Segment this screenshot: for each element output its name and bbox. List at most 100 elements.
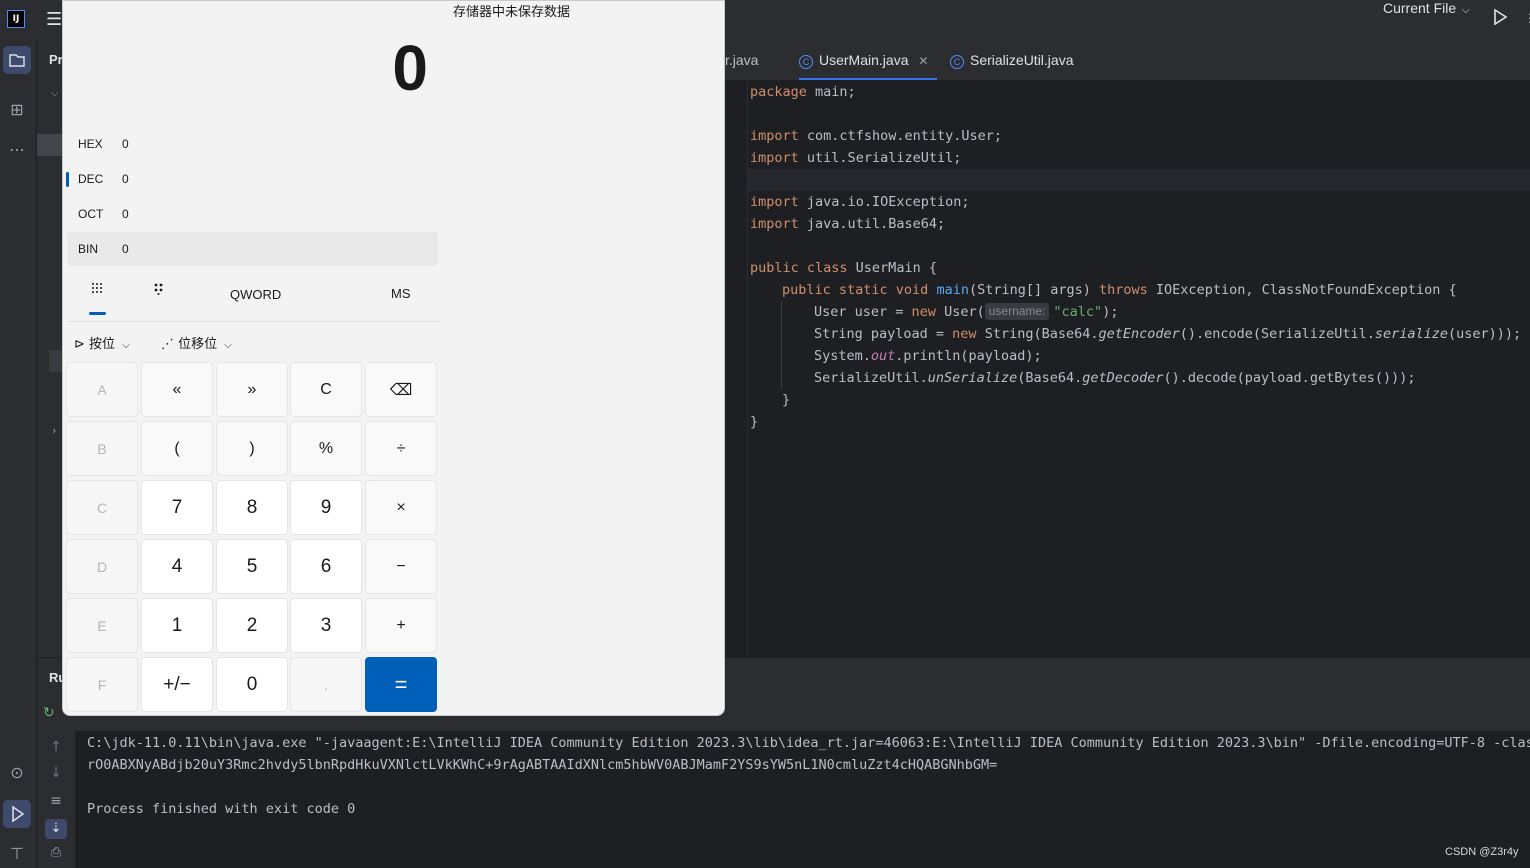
intellij-logo-icon: IJ (7, 10, 25, 28)
tab-label: UserMain.java (819, 52, 909, 68)
run-config-selector[interactable]: Current File ⌵ (1383, 0, 1470, 40)
key-1[interactable]: 1 (141, 598, 213, 653)
chevron-right-icon[interactable]: › (52, 424, 56, 437)
run-console[interactable]: C:\jdk-11.0.11\bin\java.exe "-javaagent:… (75, 731, 1530, 868)
calculator-display: 0 (392, 32, 428, 104)
close-icon[interactable]: ✕ (918, 54, 928, 68)
memory-store-button[interactable]: MS (391, 286, 411, 301)
key-e[interactable]: E (66, 598, 138, 653)
run-tool-icon[interactable] (3, 800, 31, 828)
bitwise-dropdown[interactable]: ⊳ 按位 ⌵ (74, 333, 130, 353)
key-sym14[interactable]: ÷ (365, 421, 437, 476)
class-icon: C (950, 55, 964, 69)
key-sym51[interactable]: +/− (141, 657, 213, 712)
key-sym04[interactable]: ⌫ (365, 362, 437, 417)
key-sym13[interactable]: % (290, 421, 362, 476)
scroll-to-end-icon[interactable]: ⇣ (45, 819, 67, 839)
code-line-payload: String payload = new String(Base64.getEn… (814, 326, 1522, 342)
console-line: Process finished with exit code 0 (87, 801, 356, 817)
code-line-println: System.out.println(payload); (814, 348, 1042, 364)
scroll-up-icon[interactable]: ↑ (42, 739, 70, 755)
key-sym11[interactable]: ( (141, 421, 213, 476)
soft-wrap-icon[interactable]: ≡ (42, 793, 70, 809)
key-sym34[interactable]: − (365, 539, 437, 594)
editor-tabs: r.java C UserMain.java ✕ C SerializeUtil.j… (725, 40, 1530, 81)
tab-label: SerializeUtil.java (970, 52, 1074, 68)
watermark: CSDN @Z3r4y (1445, 846, 1519, 858)
chevron-down-icon: ⌵ (122, 340, 130, 351)
radix-bin[interactable]: BIN 0 (67, 232, 438, 266)
key-9[interactable]: 9 (290, 480, 362, 535)
key-c[interactable]: C (290, 362, 362, 417)
key-6[interactable]: 6 (290, 539, 362, 594)
key-0[interactable]: 0 (216, 657, 288, 712)
print-icon[interactable]: ⎙ (42, 845, 70, 860)
bitwise-label: 按位 (89, 337, 116, 352)
key-c[interactable]: C (66, 480, 138, 535)
more-actions-icon[interactable]: ⋮ (1524, 11, 1530, 25)
services-tool-icon[interactable]: ⊙ (3, 763, 31, 782)
calculator-window: 存储器中未保存数据 0 HEX 0 DEC 0 OCT 0 BIN 0 QWOR… (62, 0, 725, 716)
console-line: rO0ABXNyABdjb20uY3Rmc2hvdy5lbnRpdHkuVXNl… (87, 757, 998, 773)
terminal-tool-icon[interactable]: ⊤ (3, 844, 31, 863)
project-panel-title: Pr (49, 52, 63, 67)
key-8[interactable]: 8 (216, 480, 288, 535)
key-f[interactable]: F (66, 657, 138, 712)
keypad-tab-indicator (89, 312, 106, 315)
chevron-down-icon: ⌵ (1462, 5, 1470, 16)
key-sym02[interactable]: » (216, 362, 288, 417)
memory-status-text: 存储器中未保存数据 (453, 5, 571, 20)
indent-guide (781, 301, 782, 389)
key-4[interactable]: 4 (141, 539, 213, 594)
key-sym53[interactable]: . (290, 657, 362, 712)
bit-toggle-keypad-icon[interactable] (151, 281, 167, 297)
run-icon[interactable] (1492, 8, 1508, 26)
full-keypad-icon[interactable] (89, 281, 105, 297)
code-line-import-user: import com.ctfshow.entity.User; (750, 128, 1002, 144)
project-tool-icon[interactable] (3, 46, 31, 74)
key-2[interactable]: 2 (216, 598, 288, 653)
console-line: C:\jdk-11.0.11\bin\java.exe "-javaagent:… (87, 735, 1530, 751)
key-5[interactable]: 5 (216, 539, 288, 594)
radix-dec[interactable]: DEC 0 (66, 162, 438, 196)
key-3[interactable]: 3 (290, 598, 362, 653)
key-sym24[interactable]: × (365, 480, 437, 535)
word-size-button[interactable]: QWORD (230, 287, 281, 302)
scroll-down-icon[interactable]: ↓ (42, 765, 70, 781)
key-b[interactable]: B (66, 421, 138, 476)
current-line-highlight (748, 169, 1530, 191)
main-menu-icon[interactable]: ☰ (46, 9, 62, 30)
radix-value: 0 (122, 207, 129, 221)
key-a[interactable]: A (66, 362, 138, 417)
key-sym54[interactable]: = (365, 657, 437, 712)
structure-tool-icon[interactable]: ⊞ (3, 100, 31, 119)
key-sym12[interactable]: ) (216, 421, 288, 476)
radix-oct[interactable]: OCT 0 (67, 197, 438, 231)
key-sym01[interactable]: « (141, 362, 213, 417)
rerun-icon[interactable]: ↻ (43, 705, 55, 721)
selected-indicator (66, 172, 69, 187)
key-sym44[interactable]: + (365, 598, 437, 653)
more-tools-icon[interactable]: ⋯ (3, 140, 31, 159)
tab-serializeutil-java[interactable]: C SerializeUtil.java (950, 40, 1073, 80)
radix-label: OCT (78, 207, 104, 221)
bitshift-dropdown[interactable]: ⋰ 位移位 ⌵ (161, 333, 232, 353)
code-line-close-method: } (782, 392, 791, 408)
chevron-down-icon[interactable]: ⌵ (51, 88, 59, 99)
radix-hex[interactable]: HEX 0 (67, 127, 438, 161)
calculator-keypad: A «» C ⌫ B()% ÷ C 7 8 9 × D 4 5 6− E 1 2 3 + F +/− 0. = (66, 362, 444, 716)
project-panel: Pr ⌵ › (37, 40, 65, 657)
radix-label: DEC (78, 172, 104, 186)
tab-r-java[interactable]: r.java (725, 40, 758, 80)
code-line-class-decl: public class UserMain { (750, 260, 937, 276)
tab-label: r.java (725, 52, 759, 68)
chevron-down-icon: ⌵ (224, 340, 232, 351)
radix-label: HEX (78, 137, 103, 151)
radix-value: 0 (122, 137, 129, 151)
tab-usermain-java[interactable]: C UserMain.java ✕ (799, 40, 938, 80)
code-line-package: package main; (750, 84, 856, 100)
key-7[interactable]: 7 (141, 480, 213, 535)
bitshift-label: 位移位 (178, 337, 218, 352)
radix-label: BIN (78, 242, 99, 256)
key-d[interactable]: D (66, 539, 138, 594)
